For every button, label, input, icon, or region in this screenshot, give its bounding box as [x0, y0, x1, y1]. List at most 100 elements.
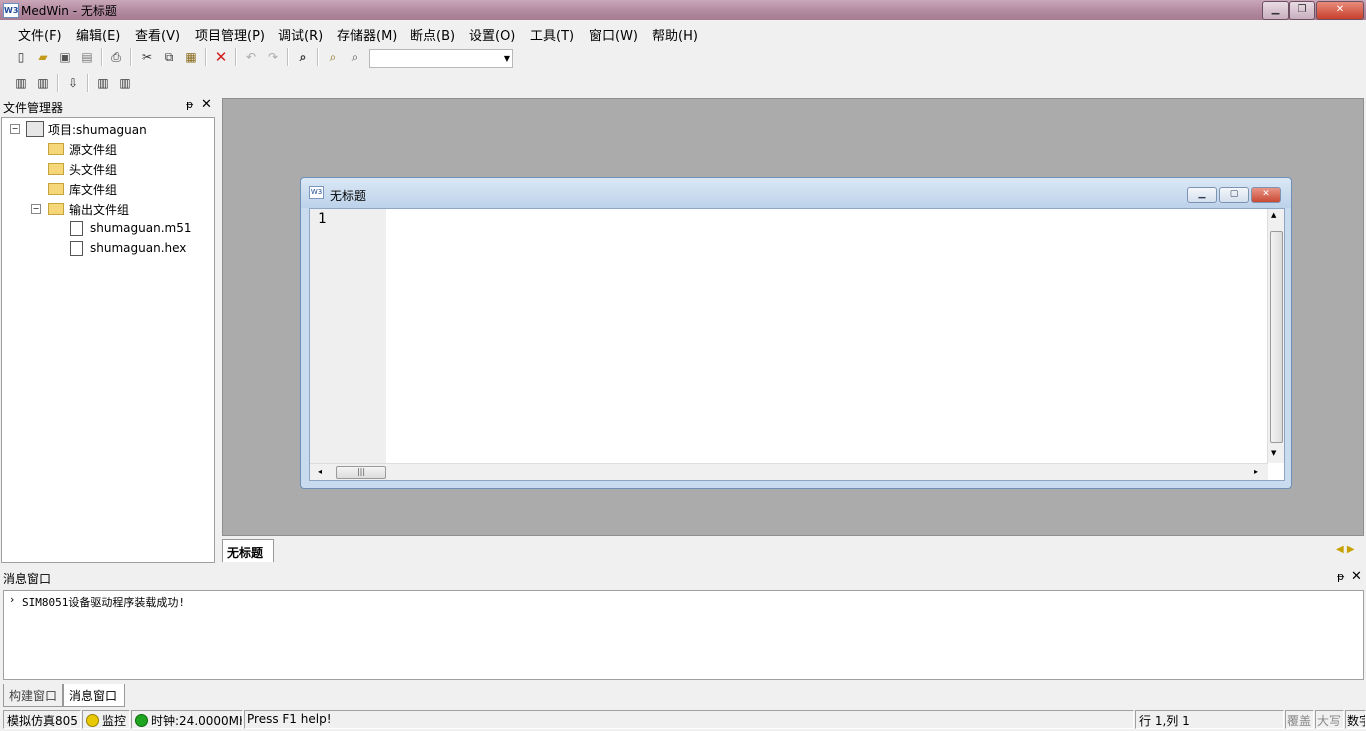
folder-icon: [48, 163, 64, 175]
rebuild-icon[interactable]: ▥: [35, 75, 51, 91]
tab-label: 构建窗口: [9, 689, 58, 703]
close-icon[interactable]: ✕: [201, 97, 212, 112]
tree-source-group[interactable]: 源文件组: [69, 141, 117, 158]
message-line: SIM8051设备驱动程序装载成功!: [22, 596, 185, 609]
tree-file-m51[interactable]: shumaguan.m51: [90, 221, 191, 235]
status-monitor[interactable]: 监控: [82, 710, 130, 729]
new-file-icon[interactable]: ▯: [13, 49, 29, 65]
file-manager-title: 文件管理器: [3, 101, 64, 115]
file-tree: − 项目:shumaguan 源文件组 头文件组 库文件组 − 输出文件组 sh…: [1, 117, 215, 563]
app-icon[interactable]: W3: [3, 3, 19, 18]
tab-label: 无标题: [227, 546, 264, 560]
menu-window[interactable]: 窗口(W): [589, 25, 638, 44]
close-button[interactable]: ✕: [1316, 1, 1364, 20]
horizontal-scroll-thumb[interactable]: |||: [336, 466, 386, 479]
scroll-down-icon[interactable]: ▼: [1271, 449, 1276, 457]
monitor-led-icon: [86, 714, 99, 727]
toolbar-separator: [317, 48, 319, 66]
dropdown-arrow-icon[interactable]: ▼: [504, 50, 510, 67]
menu-edit[interactable]: 编辑(E): [76, 25, 120, 44]
tree-file-hex[interactable]: shumaguan.hex: [90, 241, 186, 255]
close-icon[interactable]: ✕: [1351, 569, 1362, 584]
line-number: 1: [318, 211, 327, 227]
vertical-scrollbar[interactable]: ▲ ▼: [1267, 209, 1284, 463]
status-mode: 模拟仿真805: [3, 710, 81, 729]
message-window-title: 消息窗口: [3, 572, 52, 586]
window-title: MedWin - 无标题: [21, 4, 117, 18]
status-help: Press F1 help!: [244, 710, 1134, 729]
link-icon[interactable]: ▥: [117, 75, 133, 91]
tab-message-window[interactable]: 消息窗口: [63, 684, 125, 707]
menu-settings[interactable]: 设置(O): [469, 25, 515, 44]
chevron-right-icon: ›: [10, 593, 15, 606]
minimize-button[interactable]: ▁: [1262, 1, 1289, 20]
save-icon[interactable]: ▣: [57, 49, 73, 65]
menu-help[interactable]: 帮助(H): [652, 25, 698, 44]
save-all-icon[interactable]: ▤: [79, 49, 95, 65]
title-bar[interactable]: W3 MedWin - 无标题 ▁ ❐ ✕: [0, 0, 1366, 20]
redo-icon[interactable]: ↷: [265, 49, 281, 65]
tab-build-window[interactable]: 构建窗口: [3, 684, 63, 707]
vertical-scroll-thumb[interactable]: [1270, 231, 1283, 443]
menu-breakpoint[interactable]: 断点(B): [410, 25, 455, 44]
toolbar-separator: [101, 48, 103, 66]
tab-untitled[interactable]: 无标题: [222, 539, 274, 562]
delete-icon[interactable]: ✕: [213, 48, 229, 66]
message-window-header: 消息窗口 ᵽ ✕: [0, 569, 1366, 587]
menu-view[interactable]: 查看(V): [135, 25, 180, 44]
replace-icon[interactable]: ⌕: [347, 49, 363, 65]
collapse-icon[interactable]: −: [31, 204, 41, 214]
compile-icon[interactable]: ▥: [95, 75, 111, 91]
folder-icon: [48, 183, 64, 195]
search-combo[interactable]: ▼: [369, 49, 513, 68]
menu-file[interactable]: 文件(F): [18, 25, 62, 44]
folder-icon: [48, 143, 64, 155]
tab-scroll-arrows-icon[interactable]: ◀ ▶: [1336, 544, 1355, 555]
tree-header-group[interactable]: 头文件组: [69, 161, 117, 178]
editor-maximize-button[interactable]: ▢: [1219, 187, 1249, 203]
find-icon[interactable]: ⌕: [295, 49, 311, 65]
horizontal-scrollbar[interactable]: ◂ ||| ▸: [310, 463, 1268, 480]
status-position: 行 1,列 1: [1135, 710, 1284, 729]
message-output[interactable]: › SIM8051设备驱动程序装载成功!: [3, 590, 1364, 680]
download-icon[interactable]: ⇩: [65, 75, 81, 91]
code-editor[interactable]: 1 ▲ ▼ ◂ ||| ▸: [309, 208, 1285, 481]
cut-icon[interactable]: ✂: [139, 49, 155, 65]
menu-debug[interactable]: 调试(R): [278, 25, 323, 44]
pin-icon[interactable]: ᵽ: [1337, 570, 1344, 583]
menu-bar: 文件(F) 编辑(E) 查看(V) 项目管理(P) 调试(R) 存储器(M) 断…: [0, 21, 1366, 45]
file-manager-header: 文件管理器 ᵽ ✕: [0, 97, 216, 115]
status-clock[interactable]: 时钟:24.0000MH: [131, 710, 243, 729]
file-icon: [70, 241, 83, 256]
copy-icon[interactable]: ⧉: [161, 49, 177, 65]
restore-button[interactable]: ❐: [1289, 1, 1315, 20]
editor-close-button[interactable]: ✕: [1251, 187, 1281, 203]
undo-icon[interactable]: ↶: [243, 49, 259, 65]
editor-minimize-button[interactable]: ▁: [1187, 187, 1217, 203]
toolbar-separator: [287, 48, 289, 66]
open-folder-icon: [48, 203, 64, 215]
scroll-left-icon[interactable]: ◂: [318, 467, 322, 476]
find-in-files-icon[interactable]: ⌕: [325, 49, 341, 65]
tree-project[interactable]: 项目:shumaguan: [48, 121, 147, 138]
menu-project[interactable]: 项目管理(P): [195, 25, 265, 44]
toolbar-separator: [235, 48, 237, 66]
scroll-right-icon[interactable]: ▸: [1254, 467, 1258, 476]
editor-title-bar[interactable]: W3 无标题 ▁ ▢ ✕: [301, 178, 1291, 208]
tree-output-group[interactable]: 输出文件组: [69, 201, 129, 218]
status-overwrite: 覆盖: [1285, 710, 1314, 729]
status-bar: 模拟仿真805 监控 时钟:24.0000MH Press F1 help! 行…: [0, 708, 1366, 731]
print-icon[interactable]: ⎙: [108, 49, 124, 65]
pin-icon[interactable]: ᵽ: [186, 98, 193, 111]
open-folder-icon[interactable]: ▰: [35, 49, 51, 65]
menu-memory[interactable]: 存储器(M): [337, 25, 397, 44]
build-icon[interactable]: ▥: [13, 75, 29, 91]
scroll-up-icon[interactable]: ▲: [1271, 211, 1276, 219]
toolbar-separator: [205, 48, 207, 66]
paste-icon[interactable]: ▦: [183, 49, 199, 65]
file-icon: [70, 221, 83, 236]
tree-library-group[interactable]: 库文件组: [69, 181, 117, 198]
collapse-icon[interactable]: −: [10, 124, 20, 134]
menu-tools[interactable]: 工具(T): [530, 25, 574, 44]
tab-label: 消息窗口: [69, 689, 118, 703]
